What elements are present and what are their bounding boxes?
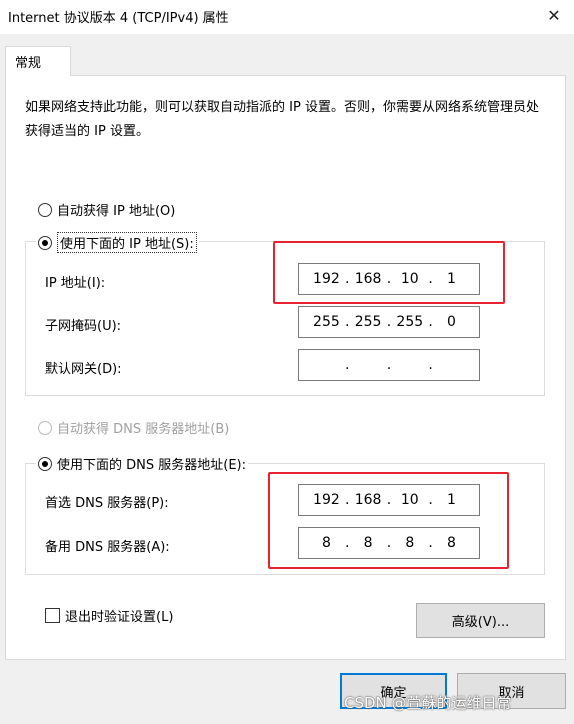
octet: 255 [396,314,424,330]
watermark: CSDN @萱蘇的运维日常 [344,694,512,712]
ip-address-label: IP 地址(I): [45,276,106,291]
highlight-box-dns [268,472,509,569]
manual-dns-radio[interactable] [38,456,52,471]
highlight-box-ip [273,241,505,304]
subnet-mask-input[interactable]: 255. 255. 255. 0 [298,306,480,338]
manual-dns-label: 使用下面的 DNS 服务器地址(E): [57,458,246,473]
auto-ip-label: 自动获得 IP 地址(O) [57,204,176,219]
auto-dns-label: 自动获得 DNS 服务器地址(B) [57,422,230,437]
validate-option[interactable]: 退出时验证设置(L) [45,606,173,625]
octet: 255 [313,314,340,330]
window-title: Internet 协议版本 4 (TCP/IPv4) 属性 [8,11,229,26]
validate-label: 退出时验证设置(L) [65,610,174,625]
manual-ip-option[interactable]: 使用下面的 IP 地址(S): [36,231,199,254]
auto-ip-radio[interactable] [38,202,52,217]
manual-dns-option[interactable]: 使用下面的 DNS 服务器地址(E): [36,453,248,474]
advanced-button[interactable]: 高级(V)... [416,603,545,638]
subnet-mask-label: 子网掩码(U): [45,319,122,334]
alternate-dns-label: 备用 DNS 服务器(A): [45,540,170,555]
gateway-input[interactable]: . . . [298,349,480,381]
tab-general[interactable]: 常规 [5,46,71,76]
octet: 0 [447,314,456,330]
validate-checkbox[interactable] [45,608,60,623]
auto-dns-radio [38,420,52,435]
manual-ip-radio[interactable] [38,235,52,250]
gateway-label: 默认网关(D): [45,362,122,377]
close-icon[interactable]: ✕ [540,4,568,28]
auto-dns-option: 自动获得 DNS 服务器地址(B) [38,418,229,437]
auto-ip-option[interactable]: 自动获得 IP 地址(O) [38,200,175,219]
octet: 255 [354,314,382,330]
manual-ip-label: 使用下面的 IP 地址(S): [57,232,197,253]
preferred-dns-label: 首选 DNS 服务器(P): [45,496,169,511]
description-text: 如果网络支持此功能，则可以获取自动指派的 IP 设置。否则，你需要从网络系统管理… [25,100,539,139]
